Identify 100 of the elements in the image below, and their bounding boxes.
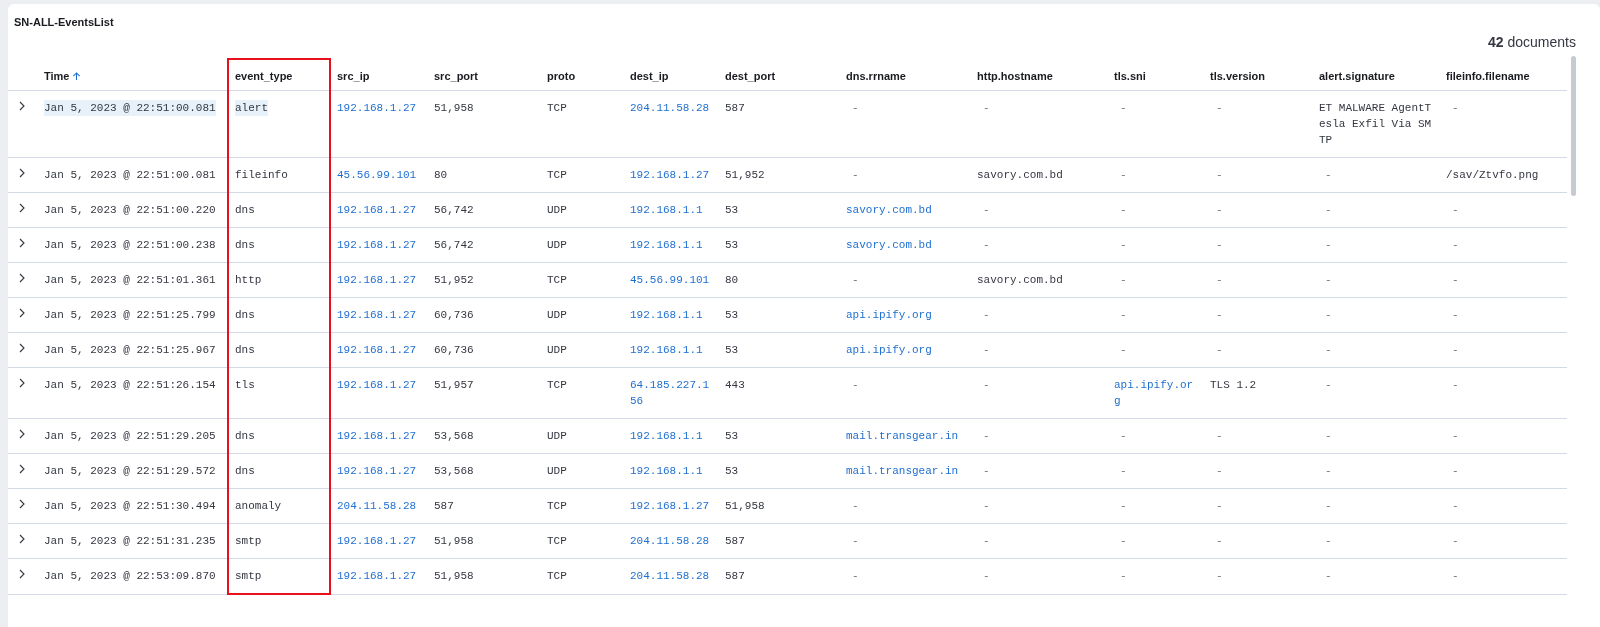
link[interactable]: 192.168.1.27 xyxy=(337,428,417,444)
expand-chevron-icon[interactable] xyxy=(18,499,26,509)
link[interactable]: 45.56.99.101 xyxy=(337,167,417,183)
expand-chevron-icon[interactable] xyxy=(18,273,26,283)
column-header[interactable]: tls.version xyxy=(1210,69,1266,82)
column-header[interactable]: dns.rrname xyxy=(846,69,906,82)
link[interactable]: 192.168.1.27 xyxy=(337,568,417,584)
expand-chevron-icon[interactable] xyxy=(18,238,26,248)
table-cell-text: ET MALWARE AgentTesla Exfil Via SMTP xyxy=(1319,101,1433,148)
table-cell-text: - xyxy=(1451,273,1459,288)
expand-chevron-icon[interactable] xyxy=(18,101,26,111)
expand-chevron-icon[interactable] xyxy=(18,343,26,353)
column-header[interactable]: Time xyxy=(44,69,70,82)
link[interactable]: api.ipify.org xyxy=(846,307,932,323)
table-cell-text: - xyxy=(1451,203,1459,218)
column-header[interactable]: dest_ip xyxy=(630,69,669,82)
table-cell-text: - xyxy=(1451,534,1459,549)
link[interactable]: 192.168.1.1 xyxy=(630,428,703,444)
link[interactable]: 192.168.1.27 xyxy=(337,237,417,253)
table-cell-text: - xyxy=(1451,378,1459,393)
table-cell-text: - xyxy=(1215,308,1223,323)
sort-arrow-icon[interactable] xyxy=(72,71,82,81)
scrollbar[interactable] xyxy=(1571,56,1576,196)
expand-chevron-icon[interactable] xyxy=(18,308,26,318)
link[interactable]: 192.168.1.27 xyxy=(337,463,417,479)
expand-chevron-icon[interactable] xyxy=(18,464,26,474)
hit-count: 42 documents xyxy=(1488,34,1576,50)
link[interactable]: 192.168.1.1 xyxy=(630,463,703,479)
table-cell-text: Jan 5, 2023 @ 22:51:29.205 xyxy=(44,429,216,444)
column-header[interactable]: dest_port xyxy=(725,69,776,82)
table-cell-text: 587 xyxy=(725,534,745,549)
link[interactable]: 192.168.1.27 xyxy=(337,100,417,116)
table-cell-text: - xyxy=(1119,464,1127,479)
column-header[interactable]: src_ip xyxy=(337,69,370,82)
table-cell-text: 60,736 xyxy=(434,308,474,323)
expand-chevron-icon[interactable] xyxy=(18,203,26,213)
column-header[interactable]: http.hostname xyxy=(977,69,1053,82)
link[interactable]: api.ipify.org xyxy=(846,342,932,358)
link[interactable]: 64.185.227.156 xyxy=(630,377,713,409)
table-cell-text: - xyxy=(1215,203,1223,218)
table-cell-text: /sav/Ztvfo.png xyxy=(1446,168,1539,183)
column-header[interactable]: fileinfo.filename xyxy=(1446,69,1530,82)
table-cell-text: Jan 5, 2023 @ 22:51:29.572 xyxy=(44,464,216,479)
link[interactable]: 192.168.1.27 xyxy=(337,272,417,288)
column-header[interactable]: proto xyxy=(547,69,576,82)
link[interactable]: 204.11.58.28 xyxy=(630,533,710,549)
table-cell-text: - xyxy=(1324,273,1332,288)
expand-chevron-icon[interactable] xyxy=(18,168,26,178)
table-cell-text: - xyxy=(1215,534,1223,549)
link[interactable]: api.ipify.org xyxy=(1114,377,1198,409)
link[interactable]: mail.transgear.in xyxy=(846,463,959,479)
link[interactable]: 192.168.1.27 xyxy=(337,202,417,218)
column-header[interactable]: src_port xyxy=(434,69,479,82)
table-cell-text: TCP xyxy=(547,101,567,116)
link[interactable]: savory.com.bd xyxy=(846,237,932,253)
table-cell-text: 80 xyxy=(725,273,739,288)
table-cell-text: 53,568 xyxy=(434,429,474,444)
column-header[interactable]: tls.sni xyxy=(1114,69,1146,82)
table-cell-text: UDP xyxy=(547,343,567,358)
link[interactable]: 192.168.1.27 xyxy=(630,167,710,183)
link[interactable]: 192.168.1.27 xyxy=(337,342,417,358)
table-cell-text: dns xyxy=(235,343,255,358)
table-cell-text: 51,958 xyxy=(434,569,474,584)
link[interactable]: 204.11.58.28 xyxy=(630,568,710,584)
link[interactable]: 192.168.1.1 xyxy=(630,237,703,253)
link[interactable]: 192.168.1.1 xyxy=(630,342,703,358)
link[interactable]: 192.168.1.27 xyxy=(337,533,417,549)
expand-chevron-icon[interactable] xyxy=(18,534,26,544)
table-cell-text: 587 xyxy=(434,499,454,514)
table-cell-text: - xyxy=(1215,499,1223,514)
table-cell-text: - xyxy=(1119,168,1127,183)
link[interactable]: 192.168.1.1 xyxy=(630,307,703,323)
link[interactable]: 45.56.99.101 xyxy=(630,272,710,288)
table-cell-text: 587 xyxy=(725,569,745,584)
link[interactable]: 204.11.58.28 xyxy=(337,498,417,514)
link[interactable]: 192.168.1.27 xyxy=(630,498,710,514)
link[interactable]: 192.168.1.1 xyxy=(630,202,703,218)
column-header[interactable]: alert.signature xyxy=(1319,69,1395,82)
expand-chevron-icon[interactable] xyxy=(18,429,26,439)
link[interactable]: mail.transgear.in xyxy=(846,428,959,444)
link[interactable]: 204.11.58.28 xyxy=(630,100,710,116)
table-cell-text: - xyxy=(982,238,990,253)
table-cell-text: - xyxy=(1324,168,1332,183)
table-cell-text: - xyxy=(1324,569,1332,584)
table-cell-text: - xyxy=(982,499,990,514)
table-cell-text: - xyxy=(1324,429,1332,444)
table-cell-text: - xyxy=(1119,203,1127,218)
expand-chevron-icon[interactable] xyxy=(18,378,26,388)
table-cell-text: - xyxy=(982,569,990,584)
table-cell-text: savory.com.bd xyxy=(977,168,1063,183)
table-cell-text: 53 xyxy=(725,238,739,253)
table-cell-text: 53 xyxy=(725,308,739,323)
table-cell-text: 53,568 xyxy=(434,464,474,479)
link[interactable]: savory.com.bd xyxy=(846,202,932,218)
link[interactable]: 192.168.1.27 xyxy=(337,307,417,323)
table-cell-text: 60,736 xyxy=(434,343,474,358)
link[interactable]: 192.168.1.27 xyxy=(337,377,417,393)
table-cell-text: 51,957 xyxy=(434,378,474,393)
table-cell-text: - xyxy=(851,534,859,549)
expand-chevron-icon[interactable] xyxy=(18,569,26,579)
